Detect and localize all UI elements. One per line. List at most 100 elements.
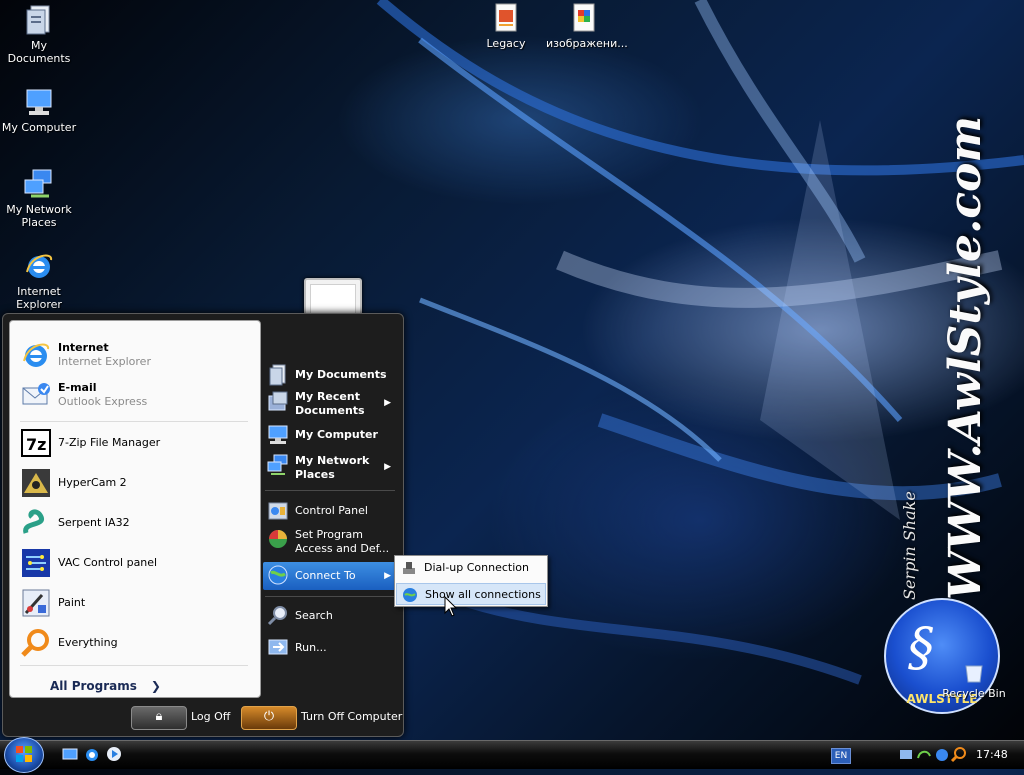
recent-everything[interactable]: Everything — [16, 625, 254, 661]
menu-connect-to[interactable]: Connect To ▶ — [263, 562, 399, 590]
desktop-icon-label: My Computer — [1, 121, 77, 134]
network-connections-icon — [402, 587, 418, 603]
menu-my-recent-documents[interactable]: My Recent Documents ▶ — [263, 388, 399, 420]
internet-explorer-icon — [20, 339, 52, 371]
paint-icon — [20, 587, 52, 619]
recent-label: HyperCam 2 — [58, 476, 127, 489]
everything-tray-icon — [950, 747, 966, 763]
log-off-button[interactable]: 🔒︎ — [131, 706, 187, 730]
all-programs-button[interactable]: All Programs ❯ — [50, 679, 161, 693]
start-menu-right-pane: My Documents My Recent Documents ▶ My Com… — [261, 320, 401, 696]
volume-tray-icon — [936, 749, 948, 761]
recycle-bin-icon — [958, 664, 990, 684]
outlook-express-icon — [20, 379, 52, 411]
menu-my-computer[interactable]: My Computer — [263, 422, 399, 448]
desktop-icon-internet-explorer[interactable]: Internet Explorer — [1, 250, 77, 311]
menu-label: Run... — [295, 641, 327, 654]
desktop-icon-my-documents[interactable]: My Documents — [1, 4, 77, 65]
hypercam-icon — [20, 467, 52, 499]
menu-run[interactable]: Run... — [263, 634, 399, 660]
menu-label: Set Program Access and Def... — [295, 528, 390, 555]
menu-search[interactable]: Search — [263, 602, 399, 628]
pinned-subtitle: Internet Explorer — [58, 355, 151, 368]
recent-vac[interactable]: VAC Control panel — [16, 545, 254, 581]
arrow-right-icon: ▶ — [384, 462, 391, 472]
menu-my-network-places[interactable]: My Network Places ▶ — [263, 452, 399, 484]
quicklaunch-media-player-icon[interactable] — [106, 746, 122, 762]
recent-label: 7-Zip File Manager — [58, 436, 161, 449]
separator — [265, 596, 395, 597]
watermark-author: Serpin Shake — [900, 491, 919, 600]
7zip-icon: 7z — [20, 427, 52, 459]
image-file-icon — [568, 2, 600, 34]
turn-off-label: Turn Off Computer — [301, 710, 403, 723]
my-documents-icon — [23, 4, 55, 36]
recent-label: VAC Control panel — [58, 556, 158, 569]
recent-serpent[interactable]: Serpent IA32 — [16, 505, 254, 541]
language-indicator[interactable]: EN — [831, 748, 851, 764]
desktop-icon-label: Recycle Bin — [942, 687, 1006, 700]
menu-label: My Documents — [295, 368, 387, 381]
start-menu: Internet Internet Explorer E-mail Outloo… — [2, 313, 404, 737]
submenu-dialup-connection[interactable]: Dial-up Connection — [396, 557, 546, 579]
menu-label: My Recent Documents — [295, 390, 365, 417]
recent-label: Serpent IA32 — [58, 516, 130, 529]
show-desktop-icon[interactable] — [62, 746, 78, 762]
desktop-icon-label: My Documents — [7, 39, 71, 65]
clock[interactable]: 17:48 — [976, 748, 1008, 761]
pinned-title: Internet — [58, 341, 109, 354]
start-menu-left-pane: Internet Internet Explorer E-mail Outloo… — [9, 320, 261, 698]
quicklaunch-internet-explorer-icon[interactable] — [84, 746, 100, 762]
search-icon — [267, 604, 289, 626]
submenu-show-all-connections[interactable]: Show all connections — [396, 583, 546, 605]
menu-label: My Network Places — [295, 454, 370, 481]
svg-text:7z: 7z — [26, 435, 46, 454]
menu-label: Control Panel — [295, 504, 368, 517]
taskbar: EN 17:48 — [0, 737, 1024, 773]
network-places-icon — [267, 454, 289, 476]
network-tray-icon — [900, 750, 912, 759]
recent-paint[interactable]: Paint — [16, 585, 254, 621]
separator — [20, 665, 248, 666]
turn-off-button[interactable]: ⏻ — [241, 706, 297, 730]
pinned-subtitle: Outlook Express — [58, 395, 148, 408]
submenu-label: Dial-up Connection — [424, 561, 529, 574]
menu-my-documents[interactable]: My Documents — [263, 362, 399, 388]
windows-logo-icon — [16, 746, 32, 762]
menu-label: Connect To — [295, 569, 356, 582]
pinned-email[interactable]: E-mail Outlook Express — [16, 377, 254, 413]
recent-hypercam[interactable]: HyperCam 2 — [16, 465, 254, 501]
pinned-internet[interactable]: Internet Internet Explorer — [16, 337, 254, 373]
network-places-icon — [23, 168, 55, 200]
menu-set-program-access[interactable]: Set Program Access and Def... — [263, 526, 399, 558]
run-icon — [267, 636, 289, 658]
desktop-icon-legacy[interactable]: Legacy — [468, 2, 544, 50]
recent-label: Everything — [58, 636, 118, 649]
arrow-right-icon: ▶ — [384, 571, 391, 581]
desktop-icon-label: Internet Explorer — [16, 285, 62, 311]
recent-7zip[interactable]: 7z 7-Zip File Manager — [16, 425, 254, 461]
power-icon: ⏻ — [263, 709, 275, 724]
pinned-title: E-mail — [58, 381, 97, 394]
start-menu-footer: 🔒︎ Log Off ⏻ Turn Off Computer — [3, 698, 403, 736]
separator — [265, 490, 395, 491]
recent-label: Paint — [58, 596, 86, 609]
control-panel-icon — [267, 500, 289, 522]
desktop-icon-label: Legacy — [486, 37, 526, 50]
arrow-right-icon: ▶ — [384, 398, 391, 408]
dialup-icon — [401, 560, 417, 576]
mouse-cursor-icon — [444, 596, 458, 617]
desktop-icon-recycle-bin[interactable]: Recycle Bin — [936, 664, 1012, 700]
everything-search-icon — [20, 627, 52, 659]
menu-control-panel[interactable]: Control Panel — [263, 498, 399, 524]
globe-network-icon — [267, 564, 289, 586]
desktop-icon-image[interactable]: изображени... — [546, 2, 628, 50]
system-tray — [898, 746, 978, 764]
my-computer-icon — [267, 424, 289, 446]
connect-to-submenu: Dial-up Connection Show all connections — [394, 555, 548, 607]
vac-control-panel-icon — [20, 547, 52, 579]
chevron-right-icon: ❯ — [150, 679, 161, 693]
watermark-url: WWW.AwlStyle.com — [940, 115, 991, 600]
desktop-icon-network-places[interactable]: My Network Places — [1, 168, 77, 229]
desktop-icon-my-computer[interactable]: My Computer — [1, 86, 77, 134]
